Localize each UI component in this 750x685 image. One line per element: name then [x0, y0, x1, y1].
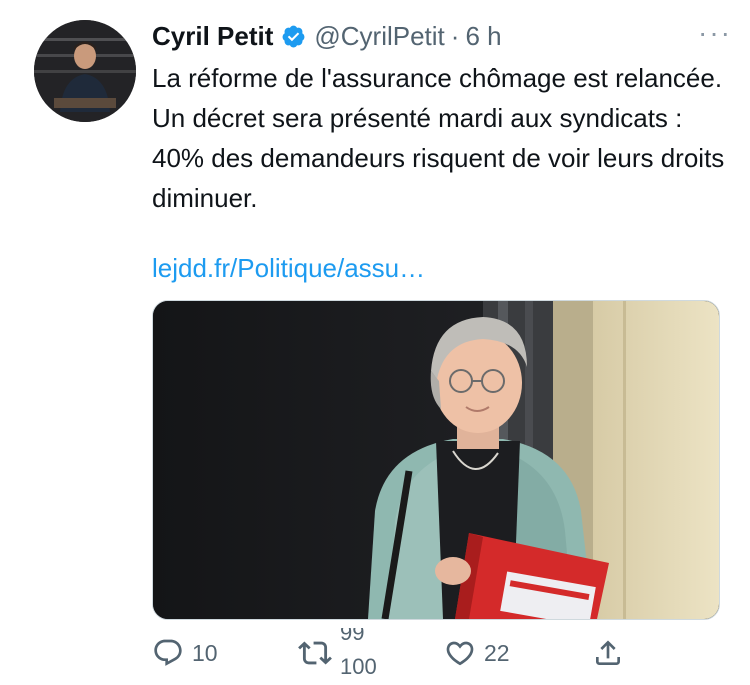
article-link[interactable]: lejdd.fr/Politique/assu… — [152, 248, 425, 288]
heart-icon — [444, 637, 476, 669]
tweet-text: La réforme de l'assurance chômage est re… — [152, 63, 725, 213]
share-icon — [592, 637, 624, 669]
tweet-timestamp[interactable]: 6 h — [465, 21, 501, 52]
retweet-count: 99 100 — [340, 628, 390, 678]
share-button[interactable] — [592, 628, 624, 678]
author-avatar[interactable] — [34, 20, 136, 122]
more-icon[interactable]: ··· — [698, 18, 732, 48]
retweet-icon — [298, 636, 332, 670]
tweet-actions-bar: 10 99 100 22 — [152, 628, 718, 678]
verified-badge-icon — [281, 24, 306, 49]
tweet-header: Cyril Petit @CyrilPetit · 6 h ··· — [152, 18, 732, 54]
retweet-button[interactable]: 99 100 — [298, 628, 390, 678]
reply-icon — [152, 637, 184, 669]
reply-count: 10 — [192, 639, 218, 666]
retweet-count-next: 100 — [340, 654, 377, 678]
author-name[interactable]: Cyril Petit — [152, 21, 273, 52]
link-preview-image[interactable] — [152, 300, 720, 620]
retweet-count-previous: 99 — [340, 628, 365, 645]
like-button[interactable]: 22 — [444, 628, 510, 678]
reply-button[interactable]: 10 — [152, 628, 218, 678]
separator-dot: · — [450, 20, 460, 51]
author-handle[interactable]: @CyrilPetit — [314, 21, 444, 52]
like-count: 22 — [484, 639, 510, 666]
